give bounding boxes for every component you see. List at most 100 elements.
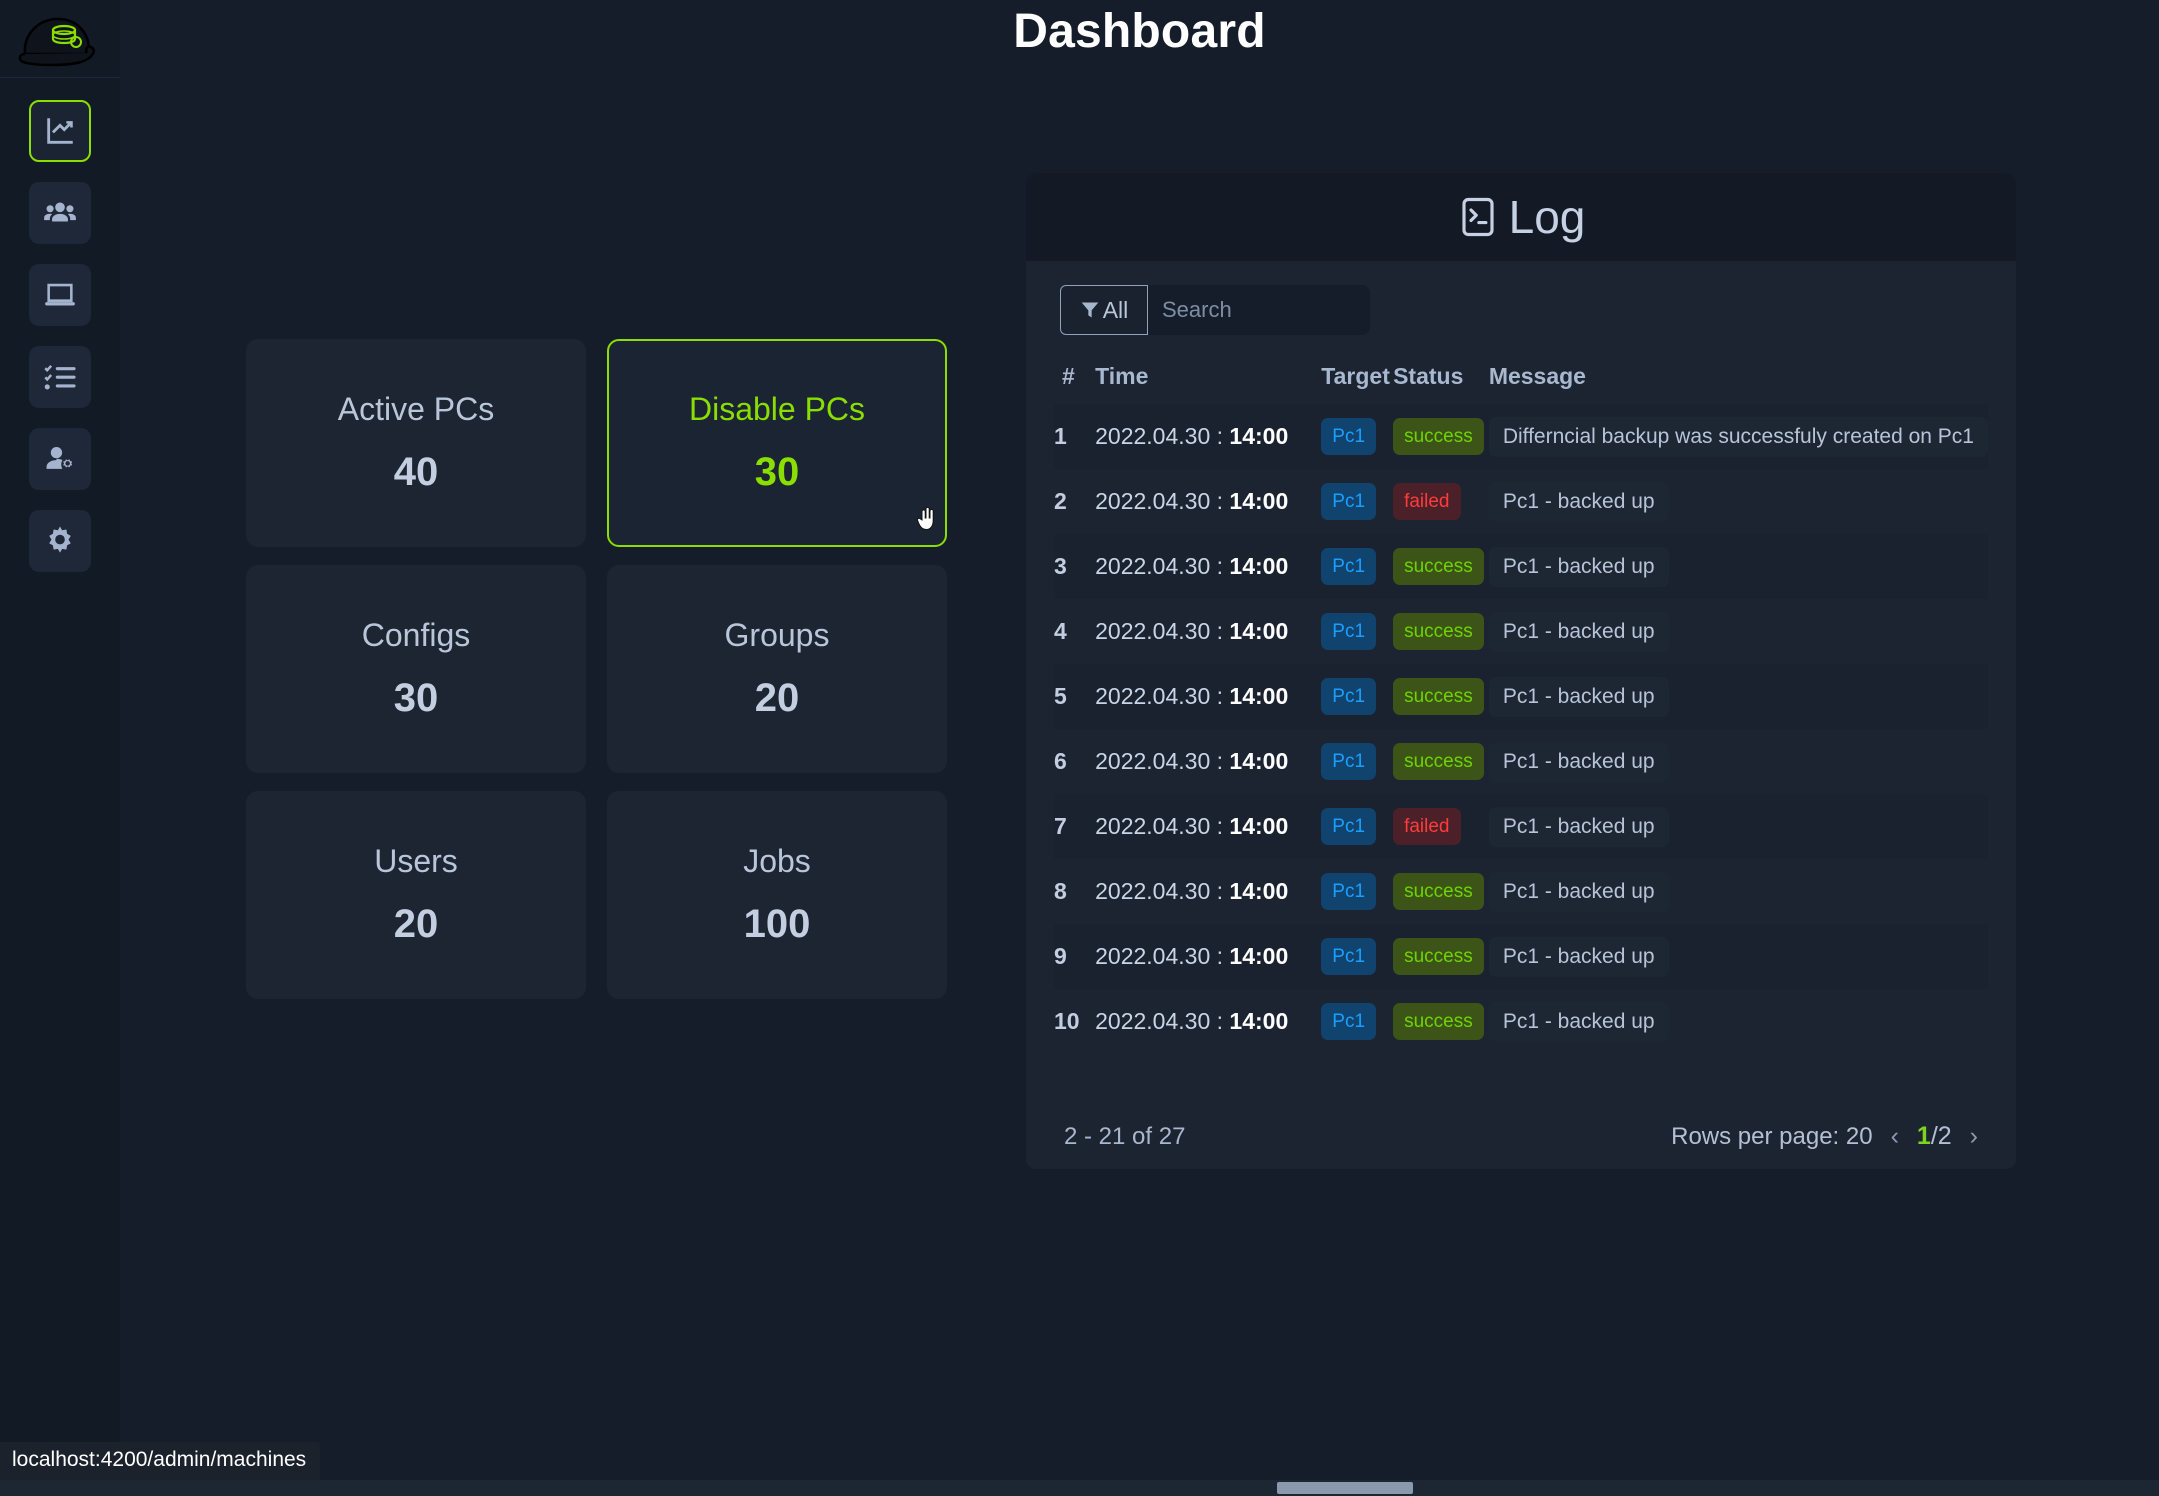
cell-date-part: 2022.04.30 : [1095, 618, 1230, 644]
sidebar-item-settings[interactable] [29, 510, 91, 572]
stat-label: Disable PCs [688, 391, 866, 427]
cell-status: failed [1393, 794, 1489, 859]
sidebar [0, 0, 120, 1496]
cell-status: success [1393, 664, 1489, 729]
stat-card-groups[interactable]: Groups 20 [607, 565, 947, 773]
sidebar-item-dashboard[interactable] [29, 100, 91, 162]
cell-message: Pc1 - backed up [1488, 729, 1988, 794]
message-text: Pc1 - backed up [1488, 1001, 1669, 1042]
status-badge: success [1393, 613, 1484, 650]
stat-card-disable-pcs[interactable]: Disable PCs 30 [607, 339, 947, 547]
cell-target: Pc1 [1321, 729, 1393, 794]
cell-index: 5 [1054, 683, 1067, 709]
target-badge[interactable]: Pc1 [1321, 743, 1377, 780]
target-badge[interactable]: Pc1 [1321, 418, 1377, 455]
horizontal-scrollbar[interactable] [0, 1480, 2159, 1496]
cell-date-part: 2022.04.30 : [1095, 423, 1230, 449]
cell-status: success [1393, 599, 1489, 664]
cell-status: success [1393, 859, 1489, 924]
target-badge[interactable]: Pc1 [1321, 548, 1377, 585]
cell-hour-part: 14:00 [1229, 488, 1289, 514]
cell-hour-part: 14:00 [1229, 943, 1289, 969]
table-row[interactable]: 6 2022.04.30 : 14:00 Pc1 success Pc1 - backe… [1054, 729, 1988, 794]
log-table-body: 1 2022.04.30 : 14:00 Pc1 success Differncial… [1054, 404, 1988, 1054]
status-badge: failed [1393, 808, 1461, 845]
cell-target: Pc1 [1321, 924, 1393, 989]
column-header-target: Target [1321, 363, 1390, 389]
status-badge: success [1393, 678, 1484, 715]
chart-line-icon [47, 118, 73, 144]
stat-card-jobs[interactable]: Jobs 100 [607, 791, 947, 999]
cell-date-part: 2022.04.30 : [1095, 813, 1230, 839]
log-toolbar: All [1026, 261, 2016, 335]
cell-index: 9 [1054, 943, 1067, 969]
chevron-right-icon[interactable]: › [1970, 1122, 1978, 1151]
stat-label: Jobs [743, 843, 811, 879]
cell-time: 2022.04.30 : 14:00 [1095, 469, 1321, 534]
target-badge[interactable]: Pc1 [1321, 483, 1377, 520]
column-header-index: # [1062, 363, 1075, 389]
rows-per-page-label[interactable]: Rows per page: 20 [1671, 1123, 1872, 1151]
page-title: Dashboard [1013, 5, 1266, 58]
message-text: Pc1 - backed up [1488, 481, 1669, 522]
filter-all-button[interactable]: All [1060, 285, 1148, 335]
message-text: Pc1 - backed up [1488, 611, 1669, 652]
search-input[interactable] [1148, 285, 1370, 335]
terminal-icon [1462, 197, 1494, 237]
stat-card-configs[interactable]: Configs 30 [246, 565, 586, 773]
target-badge[interactable]: Pc1 [1321, 1003, 1377, 1040]
stats-grid: Active PCs 40 Disable PCs 30 Configs 30 … [246, 339, 947, 999]
target-badge[interactable]: Pc1 [1321, 678, 1377, 715]
scrollbar-thumb[interactable] [1277, 1482, 1413, 1494]
table-row[interactable]: 2 2022.04.30 : 14:00 Pc1 failed Pc1 - backed… [1054, 469, 1988, 534]
sidebar-item-machines[interactable] [29, 264, 91, 326]
cell-status: success [1393, 989, 1489, 1054]
sidebar-item-jobs[interactable] [29, 346, 91, 408]
target-badge[interactable]: Pc1 [1321, 613, 1377, 650]
cell-target: Pc1 [1321, 534, 1393, 599]
sidebar-item-groups[interactable] [29, 182, 91, 244]
cell-index: 6 [1054, 748, 1067, 774]
log-table-head: # Time Target Status Message [1054, 357, 1988, 404]
cell-message: Pc1 - backed up [1488, 794, 1988, 859]
cell-date-part: 2022.04.30 : [1095, 683, 1230, 709]
stat-value: 30 [393, 676, 439, 720]
cell-hour-part: 14:00 [1229, 683, 1289, 709]
cell-target: Pc1 [1321, 599, 1393, 664]
sidebar-item-users[interactable] [29, 428, 91, 490]
target-badge[interactable]: Pc1 [1321, 808, 1377, 845]
target-badge[interactable]: Pc1 [1321, 938, 1377, 975]
stat-card-users[interactable]: Users 20 [246, 791, 586, 999]
table-row[interactable]: 9 2022.04.30 : 14:00 Pc1 success Pc1 - backe… [1054, 924, 1988, 989]
table-row[interactable]: 4 2022.04.30 : 14:00 Pc1 success Pc1 - backe… [1054, 599, 1988, 664]
table-row[interactable]: 7 2022.04.30 : 14:00 Pc1 failed Pc1 - backed… [1054, 794, 1988, 859]
cell-time: 2022.04.30 : 14:00 [1095, 404, 1321, 469]
cell-time: 2022.04.30 : 14:00 [1095, 794, 1321, 859]
cell-time: 2022.04.30 : 14:00 [1095, 534, 1321, 599]
table-row[interactable]: 1 2022.04.30 : 14:00 Pc1 success Differncial… [1054, 404, 1988, 469]
app-logo[interactable] [0, 0, 120, 78]
laptop-icon [45, 283, 75, 306]
column-header-status: Status [1393, 363, 1464, 389]
cell-hour-part: 14:00 [1229, 618, 1289, 644]
table-row[interactable]: 8 2022.04.30 : 14:00 Pc1 success Pc1 - backe… [1054, 859, 1988, 924]
cell-message: Pc1 - backed up [1488, 664, 1988, 729]
target-badge[interactable]: Pc1 [1321, 873, 1377, 910]
gear-icon [49, 526, 71, 553]
status-badge: success [1393, 743, 1484, 780]
stat-value: 30 [754, 450, 800, 494]
table-row[interactable]: 5 2022.04.30 : 14:00 Pc1 success Pc1 - backe… [1054, 664, 1988, 729]
stat-value: 20 [754, 676, 800, 720]
cell-hour-part: 14:00 [1229, 1008, 1289, 1034]
table-row[interactable]: 3 2022.04.30 : 14:00 Pc1 success Pc1 - backe… [1054, 534, 1988, 599]
cell-hour-part: 14:00 [1229, 878, 1289, 904]
chevron-left-icon[interactable]: ‹ [1891, 1122, 1899, 1151]
status-badge: success [1393, 1003, 1484, 1040]
log-panel: Log All # Time Target Status Mess [1026, 173, 2016, 1169]
stat-label: Groups [724, 617, 830, 653]
column-header-time: Time [1095, 363, 1149, 389]
cell-target: Pc1 [1321, 794, 1393, 859]
table-row[interactable]: 10 2022.04.30 : 14:00 Pc1 success Pc1 - back… [1054, 989, 1988, 1054]
stat-card-active-pcs[interactable]: Active PCs 40 [246, 339, 586, 547]
page-total: /2 [1930, 1122, 1952, 1150]
